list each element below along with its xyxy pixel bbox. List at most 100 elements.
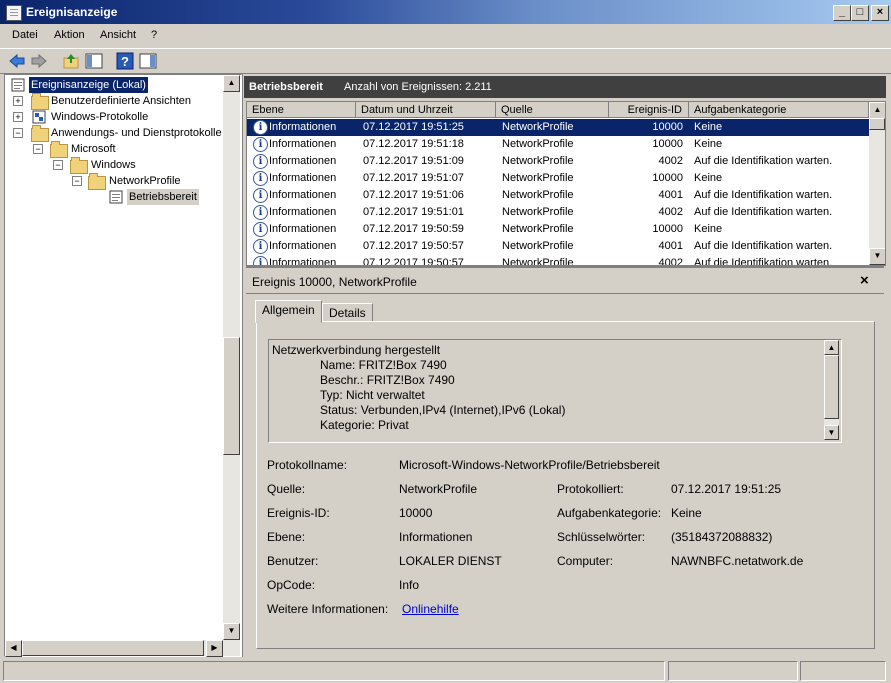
tree-vertical-scrollbar[interactable]: ▲ ▼ xyxy=(223,75,240,640)
column-header-ereignis-id[interactable]: Ereignis-ID xyxy=(609,102,689,118)
tree-item-microsoft[interactable]: − Microsoft xyxy=(9,141,209,158)
cell-ereignis-id: 4001 xyxy=(658,240,683,252)
event-message-box[interactable]: Netzwerkverbindung hergestellt Name: FRI… xyxy=(268,339,842,443)
tree-item-app-logs[interactable]: − Anwendungs- und Dienstprotokolle xyxy=(9,125,239,142)
cell-ereignis-id: 4002 xyxy=(658,257,683,266)
cell-ereignis-id: 10000 xyxy=(652,121,683,133)
table-row[interactable]: i Informationen 07.12.2017 19:50:59 Network… xyxy=(247,221,869,238)
tree-label-operational: Betriebsbereit xyxy=(127,189,199,205)
table-row[interactable]: i Informationen 07.12.2017 19:50:57 Network… xyxy=(247,255,869,266)
collapse-minus-icon[interactable]: − xyxy=(33,144,43,154)
scroll-thumb[interactable] xyxy=(869,118,885,130)
column-header-quelle[interactable]: Quelle xyxy=(496,102,609,118)
label-ebene: Ebene: xyxy=(267,530,306,544)
cell-datum: 07.12.2017 19:51:01 xyxy=(363,206,464,218)
back-arrow-icon[interactable] xyxy=(8,52,26,70)
cell-quelle: NetworkProfile xyxy=(502,155,574,167)
navigation-tree: Ereignisanzeige (Lokal) + Benutzerdefini… xyxy=(4,74,242,657)
column-header-ebene[interactable]: Ebene xyxy=(247,102,356,118)
tree-item-custom-views[interactable]: + Benutzerdefinierte Ansichten xyxy=(9,93,229,110)
tree-label-windows-logs: Windows-Protokolle xyxy=(51,111,149,123)
column-header-datum[interactable]: Datum und Uhrzeit xyxy=(356,102,496,118)
collapse-minus-icon[interactable]: − xyxy=(13,128,23,138)
menu-datei[interactable]: Datei xyxy=(12,29,38,41)
scroll-up-arrow-icon[interactable]: ▲ xyxy=(824,340,839,355)
value-quelle: NetworkProfile xyxy=(399,482,478,496)
scroll-up-arrow-icon[interactable]: ▲ xyxy=(223,75,240,92)
help-icon[interactable]: ? xyxy=(116,52,134,70)
value-protokollname: Microsoft-Windows-NetworkProfile/Betrieb… xyxy=(399,458,660,472)
cell-datum: 07.12.2017 19:50:59 xyxy=(363,223,464,235)
online-help-link[interactable]: Onlinehilfe xyxy=(402,602,459,616)
status-panel xyxy=(800,661,886,681)
up-folder-icon[interactable] xyxy=(62,52,80,70)
scroll-thumb[interactable] xyxy=(223,337,240,455)
scroll-down-arrow-icon[interactable]: ▼ xyxy=(223,623,240,640)
value-aufgabenkategorie: Keine xyxy=(671,506,702,520)
cell-quelle: NetworkProfile xyxy=(502,206,574,218)
expand-plus-icon[interactable]: + xyxy=(13,112,23,122)
forward-arrow-icon[interactable] xyxy=(30,52,48,70)
label-opcode: OpCode: xyxy=(267,578,316,592)
table-row[interactable]: i Informationen 07.12.2017 19:51:09 Network… xyxy=(247,153,869,170)
tab-allgemein[interactable]: Allgemein xyxy=(255,300,322,323)
tree-horizontal-scrollbar[interactable]: ◀ ▶ xyxy=(5,640,240,657)
tab-details[interactable]: Details xyxy=(322,303,373,322)
expand-plus-icon[interactable]: + xyxy=(13,96,23,106)
message-line: Beschr.: FRITZ!Box 7490 xyxy=(320,373,455,387)
tree-item-networkprofile[interactable]: − NetworkProfile xyxy=(9,173,209,190)
scroll-thumb[interactable] xyxy=(22,640,204,656)
list-header-bar: Betriebsbereit Anzahl von Ereignissen: 2… xyxy=(244,76,886,98)
close-details-icon[interactable]: × xyxy=(860,272,869,289)
column-header-aufgabenkategorie[interactable]: Aufgabenkategorie xyxy=(689,102,869,118)
cell-quelle: NetworkProfile xyxy=(502,189,574,201)
cell-ereignis-id: 10000 xyxy=(652,223,683,235)
menu-ansicht[interactable]: Ansicht xyxy=(100,29,136,41)
scroll-down-arrow-icon[interactable]: ▼ xyxy=(869,248,885,265)
maximize-button[interactable]: □ xyxy=(851,5,869,21)
minimize-button[interactable]: _ xyxy=(833,5,851,21)
collapse-minus-icon[interactable]: − xyxy=(53,160,63,170)
folder-icon xyxy=(50,141,68,158)
menu-help[interactable]: ? xyxy=(151,29,157,41)
event-viewer-icon xyxy=(11,78,25,92)
scroll-left-arrow-icon[interactable]: ◀ xyxy=(5,640,22,657)
tree-item-operational[interactable]: Betriebsbereit xyxy=(9,189,209,205)
close-button[interactable]: × xyxy=(871,5,889,21)
table-row[interactable]: i Informationen 07.12.2017 19:50:57 Network… xyxy=(247,238,869,255)
cell-aufgabenkategorie: Keine xyxy=(694,172,723,184)
collapse-minus-icon[interactable]: − xyxy=(72,176,82,186)
scroll-right-arrow-icon[interactable]: ▶ xyxy=(206,640,223,657)
tree-item-windows-logs[interactable]: + Windows-Protokolle xyxy=(9,109,229,125)
menu-aktion[interactable]: Aktion xyxy=(54,29,85,41)
pane-splitter[interactable] xyxy=(246,266,884,268)
info-icon: i xyxy=(253,205,268,220)
cell-datum: 07.12.2017 19:51:09 xyxy=(363,155,464,167)
table-row[interactable]: i Informationen 07.12.2017 19:51:01 Network… xyxy=(247,204,869,221)
pane-splitter[interactable] xyxy=(242,74,243,657)
cell-ereignis-id: 4002 xyxy=(658,206,683,218)
value-ereignis-id: 10000 xyxy=(399,506,433,520)
show-hide-tree-icon[interactable] xyxy=(85,52,103,70)
cell-quelle: NetworkProfile xyxy=(502,257,574,266)
scroll-up-arrow-icon[interactable]: ▲ xyxy=(869,102,885,119)
table-row[interactable]: i Informationen 07.12.2017 19:51:06 Network… xyxy=(247,187,869,204)
cell-datum: 07.12.2017 19:50:57 xyxy=(363,240,464,252)
cell-ebene: Informationen xyxy=(269,172,337,184)
cell-ebene: Informationen xyxy=(269,257,337,266)
status-panel xyxy=(3,661,665,681)
tree-item-windows[interactable]: − Windows xyxy=(9,157,209,174)
table-row[interactable]: i Informationen 07.12.2017 19:51:18 Network… xyxy=(247,136,869,153)
scroll-thumb[interactable] xyxy=(824,355,839,419)
tree-label-windows: Windows xyxy=(91,159,136,171)
info-icon: i xyxy=(253,154,268,169)
scroll-down-arrow-icon[interactable]: ▼ xyxy=(824,425,839,440)
menu-bar: Datei Aktion Ansicht ? xyxy=(0,26,891,46)
table-row[interactable]: i Informationen 07.12.2017 19:51:25 Network… xyxy=(247,119,869,136)
table-row[interactable]: i Informationen 07.12.2017 19:51:07 Network… xyxy=(247,170,869,187)
message-scrollbar[interactable]: ▲ ▼ xyxy=(824,340,839,440)
list-vertical-scrollbar[interactable]: ▲ ▼ xyxy=(869,102,885,265)
windows-logs-icon xyxy=(32,110,46,124)
action-pane-icon[interactable] xyxy=(139,52,157,70)
cell-quelle: NetworkProfile xyxy=(502,138,574,150)
